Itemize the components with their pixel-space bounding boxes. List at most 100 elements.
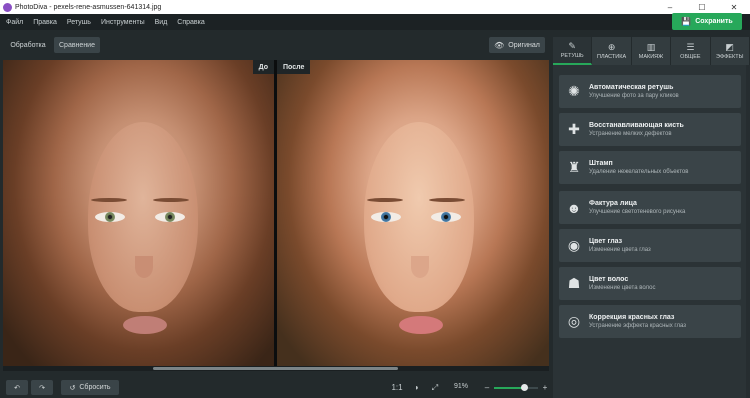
original-button[interactable]: 👁 Оригинал [489, 37, 545, 53]
tab-label: РЕТУШЬ [560, 53, 584, 59]
face-texture-icon: ☻ [566, 199, 582, 216]
tool-name: Восстанавливающая кисть [589, 122, 684, 129]
iris [165, 212, 175, 222]
tool-name: Штамп [589, 160, 613, 167]
nose [135, 256, 153, 278]
sliders-icon: ☰ [686, 42, 695, 52]
lips [123, 316, 167, 334]
eye-right [431, 212, 461, 222]
eye-left [371, 212, 401, 222]
after-label: После [277, 60, 311, 74]
save-icon: 💾 [681, 17, 692, 26]
tool-name: Цвет волос [589, 276, 629, 283]
scrollbar-thumb[interactable] [153, 367, 398, 370]
undo-button[interactable]: ↶ [6, 380, 28, 395]
horizontal-scrollbar[interactable] [3, 366, 549, 371]
tool-desc: Изменение цвета глаз [589, 247, 651, 253]
retouch-icon: ✎ [568, 41, 576, 51]
tool-desc: Улучшение фото за пару кликов [589, 93, 679, 99]
maximize-button[interactable]: ☐ [686, 3, 718, 12]
brow-right [429, 198, 465, 202]
original-button-label: Оригинал [508, 41, 540, 49]
panel-scrollbar[interactable] [746, 65, 750, 398]
title-bar: PhotoDiva - pexels-rene-asmussen-641314.… [0, 0, 750, 14]
eye-color-icon: ◉ [567, 237, 581, 253]
tab-label: МАКИЯЖ [638, 54, 664, 60]
reset-icon: ↺ [69, 384, 76, 392]
brow-left [367, 198, 403, 202]
brow-right [153, 198, 189, 202]
tool-desc: Изменение цвета волос [589, 285, 656, 291]
bottom-bar: ↶ ↷ ↺ Сбросить 1:1 ◑ ⤢ 91% – + [0, 377, 551, 398]
menu-help[interactable]: Справка [177, 19, 204, 26]
tab-label: ОБЩЕЕ [680, 54, 701, 60]
mode-processing-button[interactable]: Обработка [5, 37, 51, 53]
brow-left [91, 198, 127, 202]
tool-red-eye[interactable]: ◎ Коррекция красных глаз Устранение эффек… [559, 305, 741, 338]
tool-face-texture[interactable]: ☻ Фактура лица Улучшение светотеневого ри… [559, 191, 741, 224]
tool-name: Коррекция красных глаз [589, 314, 675, 321]
tool-desc: Улучшение светотеневого рисунка [589, 209, 686, 215]
menu-file[interactable]: Файл [6, 19, 23, 26]
fit-screen-icon[interactable]: ◑ [409, 380, 423, 395]
close-button[interactable]: ✕ [718, 3, 750, 12]
tool-desc: Устранение мелких дефектов [589, 131, 672, 137]
after-photo: После [277, 60, 549, 366]
hair-color-icon: ☗ [567, 275, 581, 291]
red-eye-icon: ◎ [567, 313, 581, 329]
zoom-out-button[interactable]: – [482, 380, 492, 395]
zoom-percentage: 91% [454, 383, 469, 390]
effects-icon: ◩ [725, 42, 735, 52]
tab-general[interactable]: ☰ ОБЩЕЕ [671, 37, 711, 65]
tab-makeup[interactable]: ▥ МАКИЯЖ [631, 37, 672, 65]
reset-button[interactable]: ↺ Сбросить [61, 380, 119, 395]
actual-size-button[interactable]: 1:1 [390, 380, 404, 395]
tool-name: Фактура лица [589, 200, 637, 207]
tab-label: ПЛАСТИКА [597, 54, 627, 60]
eye-right [155, 212, 185, 222]
minimize-button[interactable]: – [654, 3, 686, 12]
iris [381, 212, 391, 222]
menu-edit[interactable]: Правка [33, 19, 57, 26]
tool-stamp[interactable]: ♜ Штамп Удаление нежелательных объектов [559, 151, 741, 184]
makeup-icon: ▥ [646, 42, 656, 52]
nose [411, 256, 429, 278]
mode-compare-button[interactable]: Сравнение [54, 37, 100, 53]
redo-button[interactable]: ↷ [31, 380, 53, 395]
window-title: PhotoDiva - pexels-rene-asmussen-641314.… [15, 3, 162, 11]
tool-hair-color[interactable]: ☗ Цвет волос Изменение цвета волос [559, 267, 741, 300]
before-photo: До [3, 60, 274, 366]
menu-bar: Файл Правка Ретушь Инструменты Вид Справ… [0, 14, 750, 30]
zoom-in-button[interactable]: + [540, 380, 550, 395]
app-logo-icon [3, 2, 12, 12]
fullscreen-icon[interactable]: ⤢ [428, 380, 442, 395]
iris [105, 212, 115, 222]
tool-desc: Удаление нежелательных объектов [589, 169, 689, 175]
zoom-slider[interactable] [494, 384, 538, 391]
view-toolbar: Обработка Сравнение 👁 Оригинал [0, 35, 551, 55]
photo-compare-area[interactable]: До После [3, 60, 549, 371]
before-label: До [252, 60, 274, 74]
tools-panel: ✎ РЕТУШЬ ⊕ ПЛАСТИКА ▥ МАКИЯЖ ☰ ОБЩЕЕ ◩ Э… [553, 37, 750, 398]
category-tabs: ✎ РЕТУШЬ ⊕ ПЛАСТИКА ▥ МАКИЯЖ ☰ ОБЩЕЕ ◩ Э… [553, 37, 750, 65]
iris [441, 212, 451, 222]
save-button[interactable]: 💾 Сохранить [672, 13, 742, 30]
zoom-slider-fill [494, 387, 524, 389]
menu-retouch[interactable]: Ретушь [67, 19, 91, 26]
menu-tools[interactable]: Инструменты [101, 19, 145, 26]
tool-name: Цвет глаз [589, 238, 623, 245]
healing-brush-icon: ✚ [568, 121, 580, 137]
tab-plastic[interactable]: ⊕ ПЛАСТИКА [592, 37, 632, 65]
tool-healing-brush[interactable]: ✚ Восстанавливающая кисть Устранение мелк… [559, 113, 741, 146]
reset-button-label: Сбросить [79, 384, 111, 391]
tool-auto-retouch[interactable]: ✺ Автоматическая ретушь Улучшение фото за… [559, 75, 741, 108]
zoom-slider-knob[interactable] [520, 384, 528, 391]
tab-label: ЭФФЕКТЫ [716, 54, 744, 60]
tab-retouch[interactable]: ✎ РЕТУШЬ [553, 37, 593, 65]
tab-effects[interactable]: ◩ ЭФФЕКТЫ [710, 37, 750, 65]
stamp-icon: ♜ [567, 159, 581, 175]
tool-eye-color[interactable]: ◉ Цвет глаз Изменение цвета глаз [559, 229, 741, 262]
menu-view[interactable]: Вид [155, 19, 168, 26]
lips [399, 316, 443, 334]
tool-desc: Устранение эффекта красных глаз [589, 323, 686, 329]
